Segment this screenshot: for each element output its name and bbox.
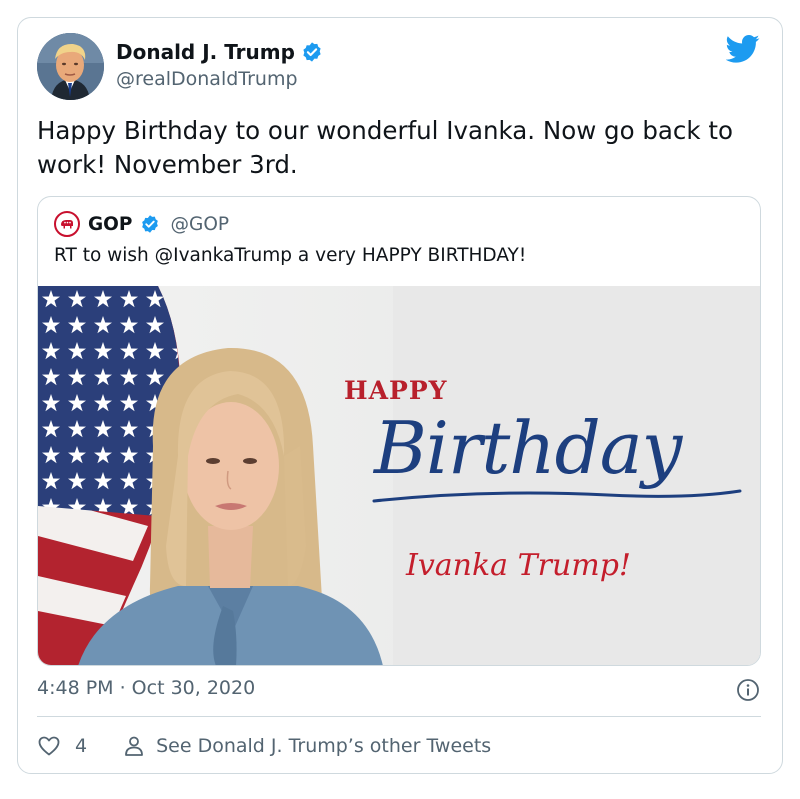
quoted-author-name: GOP bbox=[88, 213, 133, 235]
birthday-swash bbox=[372, 489, 742, 503]
twitter-bird-icon[interactable] bbox=[726, 34, 760, 64]
info-icon[interactable] bbox=[736, 678, 760, 702]
see-other-tweets-label: See Donald J. Trump’s other Tweets bbox=[156, 735, 492, 757]
quoted-tweet-image[interactable]: HAPPY Birthday Ivanka Trump! bbox=[38, 286, 760, 665]
verified-badge-icon bbox=[142, 215, 159, 233]
tweet-timestamp[interactable]: 4:48 PM · Oct 30, 2020 bbox=[37, 677, 255, 699]
see-other-tweets-link[interactable]: See Donald J. Trump’s other Tweets bbox=[122, 734, 491, 758]
graphic-name-text: Ivanka Trump! bbox=[406, 548, 631, 583]
tweet-text: Happy Birthday to our wonderful Ivanka. … bbox=[37, 116, 733, 179]
tweet-actions: 4 See Donald J. Trump’s other Tweets bbox=[37, 733, 491, 759]
author-name[interactable]: Donald J. Trump bbox=[116, 40, 295, 64]
verified-badge-icon bbox=[303, 42, 321, 62]
graphic-birthday-text: Birthday bbox=[374, 406, 682, 490]
like-button[interactable]: 4 bbox=[37, 734, 87, 758]
heart-icon bbox=[38, 736, 60, 756]
graphic-happy-text: HAPPY bbox=[344, 376, 448, 405]
author-handle[interactable]: @realDonaldTrump bbox=[116, 68, 298, 90]
author-name-row[interactable]: Donald J. Trump bbox=[116, 40, 323, 64]
person-icon bbox=[125, 736, 143, 756]
quoted-tweet-header: GOP @GOP bbox=[54, 211, 229, 237]
gop-elephant-icon[interactable] bbox=[54, 211, 80, 237]
divider bbox=[37, 716, 761, 717]
like-count: 4 bbox=[75, 735, 88, 757]
quoted-tweet-text: RT to wish @IvankaTrump a very HAPPY BIR… bbox=[54, 245, 527, 266]
quoted-author-handle: @GOP bbox=[170, 213, 230, 235]
quoted-tweet[interactable]: GOP @GOP RT to wish @IvankaTrump a very … bbox=[37, 196, 761, 666]
author-avatar[interactable] bbox=[37, 33, 104, 100]
